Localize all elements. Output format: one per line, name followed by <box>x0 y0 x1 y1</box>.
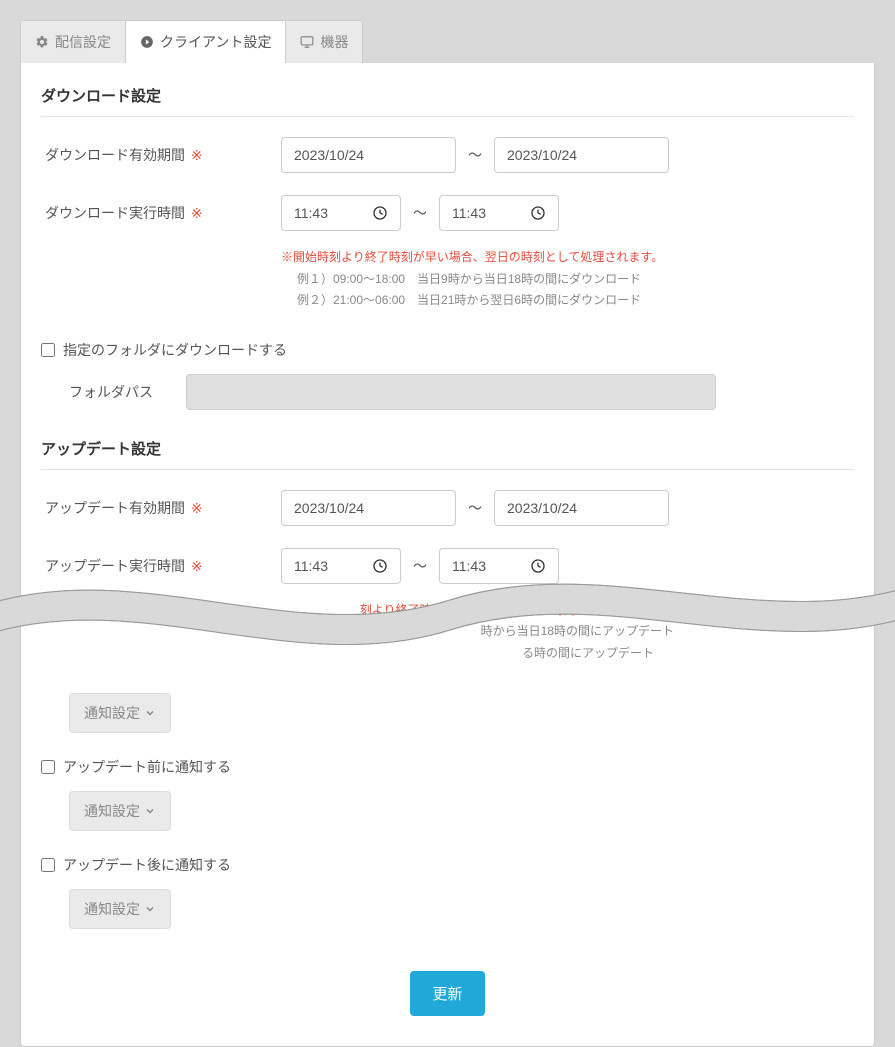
checkbox-label: アップデート後に通知する <box>63 855 231 875</box>
notify-before-row[interactable]: アップデート前に通知する <box>41 757 854 777</box>
tab-label: クライアント設定 <box>160 32 271 52</box>
download-time-row: ダウンロード実行時間 ※ 11:43 ～ 11:43 <box>41 195 854 231</box>
notify-after-row[interactable]: アップデート後に通知する <box>41 855 854 875</box>
tilde: ～ <box>413 203 427 223</box>
download-time-end[interactable]: 11:43 <box>439 195 559 231</box>
download-time-start[interactable]: 11:43 <box>281 195 401 231</box>
update-section-title: アップデート設定 <box>41 438 854 470</box>
update-time-row: アップデート実行時間 ※ 11:43 ～ 11:43 <box>41 548 854 584</box>
clock-icon <box>530 205 546 221</box>
tab-device[interactable]: 機器 <box>286 20 363 63</box>
tab-client[interactable]: クライアント設定 <box>126 20 286 63</box>
download-period-label: ダウンロード有効期間 ※ <box>41 145 281 165</box>
tab-label: 配信設定 <box>55 32 111 52</box>
update-period-row: アップデート有効期間 ※ ～ <box>41 490 854 526</box>
download-period-end[interactable] <box>494 137 669 173</box>
folder-path-row: フォルダパス <box>41 374 854 410</box>
update-time-end[interactable]: 11:43 <box>439 548 559 584</box>
clock-icon <box>530 558 546 574</box>
folder-path-input[interactable] <box>186 374 716 410</box>
update-period-start[interactable] <box>281 490 456 526</box>
download-period-start[interactable] <box>281 137 456 173</box>
tilde: ～ <box>468 145 482 165</box>
download-period-row: ダウンロード有効期間 ※ ～ <box>41 137 854 173</box>
clock-icon <box>372 205 388 221</box>
notify-settings-button-1[interactable]: 通知設定 <box>69 693 171 733</box>
notify-after-checkbox[interactable] <box>41 858 55 872</box>
monitor-icon <box>300 35 314 49</box>
tabs: 配信設定 クライアント設定 機器 <box>20 20 875 63</box>
chevron-down-icon <box>144 903 156 915</box>
download-folder-checkbox[interactable] <box>41 343 55 357</box>
notify-settings-button-3[interactable]: 通知設定 <box>69 889 171 929</box>
folder-path-label: フォルダパス <box>41 382 186 402</box>
tilde: ～ <box>413 556 427 576</box>
update-time-label: アップデート実行時間 ※ <box>41 556 281 576</box>
tab-distribution[interactable]: 配信設定 <box>20 20 126 63</box>
update-time-start[interactable]: 11:43 <box>281 548 401 584</box>
clock-icon <box>372 558 388 574</box>
submit-button[interactable]: 更新 <box>410 971 484 1016</box>
download-note: ※開始時刻より終了時刻が早い場合、翌日の時刻として処理されます。 例１）09:0… <box>281 247 854 312</box>
update-note: 刻より終了時刻が早い場合、翌日の時刻として処理されます。 時から当日18時の間に… <box>281 600 854 665</box>
gear-icon <box>35 35 49 49</box>
download-time-label: ダウンロード実行時間 ※ <box>41 203 281 223</box>
update-period-end[interactable] <box>494 490 669 526</box>
notify-before-checkbox[interactable] <box>41 760 55 774</box>
chevron-down-icon <box>144 805 156 817</box>
checkbox-label: 指定のフォルダにダウンロードする <box>63 340 287 360</box>
update-period-label: アップデート有効期間 ※ <box>41 498 281 518</box>
tab-label: 機器 <box>320 32 348 52</box>
tilde: ～ <box>468 498 482 518</box>
chevron-down-icon <box>144 707 156 719</box>
panel: ダウンロード設定 ダウンロード有効期間 ※ ～ ダウンロード実行時間 ※ 11:… <box>20 63 875 1047</box>
arrow-circle-icon <box>140 35 154 49</box>
download-section-title: ダウンロード設定 <box>41 85 854 117</box>
notify-settings-button-2[interactable]: 通知設定 <box>69 791 171 831</box>
download-folder-checkbox-row[interactable]: 指定のフォルダにダウンロードする <box>41 340 854 360</box>
checkbox-label: アップデート前に通知する <box>63 757 231 777</box>
